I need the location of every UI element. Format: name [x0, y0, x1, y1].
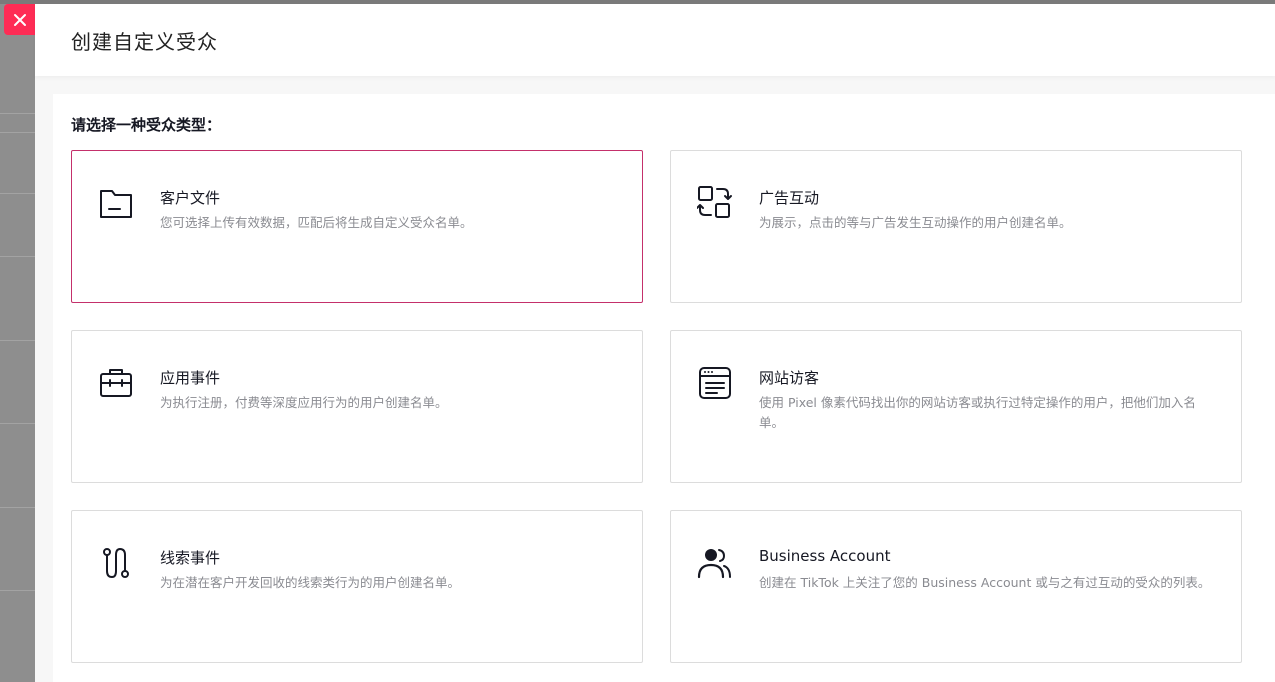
- route-icon: [103, 547, 129, 579]
- backdrop-divider: [0, 132, 35, 133]
- card-description: 使用 Pixel 像素代码找出你的网站访客或执行过特定操作的用户，把他们加入名单…: [759, 395, 1196, 430]
- card-title: 网站访客: [759, 369, 820, 387]
- audience-card-app-events[interactable]: 应用事件 为执行注册，付费等深度应用行为的用户创建名单。: [71, 330, 643, 483]
- audience-type-panel: 请选择一种受众类型： 客户文件 您可选择上传有效数据，匹配后将生成自定义受众名单…: [53, 94, 1275, 682]
- card-title: 线索事件: [160, 549, 221, 567]
- card-description: 为执行注册，付费等深度应用行为的用户创建名单。: [160, 395, 448, 410]
- backdrop-divider: [0, 256, 35, 257]
- audience-card-business-account[interactable]: Business Account 创建在 TikTok 上关注了您的 Busin…: [670, 510, 1242, 663]
- folder-icon: [100, 190, 132, 218]
- close-icon: [13, 13, 26, 26]
- card-title: Business Account: [759, 547, 891, 565]
- audience-card-customer-file[interactable]: 客户文件 您可选择上传有效数据，匹配后将生成自定义受众名单。: [71, 150, 643, 303]
- drawer-header: 创建自定义受众: [35, 4, 1275, 76]
- browser-window-icon: [699, 367, 731, 399]
- audience-card-ad-engagement[interactable]: 广告互动 为展示，点击的等与广告发生互动操作的用户创建名单。: [670, 150, 1242, 303]
- card-description: 为在潜在客户开发回收的线索类行为的用户创建名单。: [160, 575, 461, 590]
- close-button[interactable]: [4, 4, 35, 35]
- card-title: 广告互动: [759, 189, 820, 207]
- card-title: 应用事件: [160, 369, 221, 387]
- audience-type-prompt: 请选择一种受众类型：: [71, 116, 222, 134]
- create-audience-drawer: 创建自定义受众 请选择一种受众类型： 客户文件 您可选择上传有效数据，匹配后将生…: [35, 4, 1275, 682]
- card-description: 您可选择上传有效数据，匹配后将生成自定义受众名单。: [160, 215, 473, 230]
- briefcase-icon: [100, 369, 132, 397]
- users-icon: [697, 549, 731, 579]
- audience-card-lead-events[interactable]: 线索事件 为在潜在客户开发回收的线索类行为的用户创建名单。: [71, 510, 643, 663]
- backdrop-divider: [0, 113, 35, 114]
- audience-card-website-visitors[interactable]: 网站访客 使用 Pixel 像素代码找出你的网站访客或执行过特定操作的用户，把他…: [670, 330, 1242, 483]
- card-description: 创建在 TikTok 上关注了您的 Business Account 或与之有过…: [759, 575, 1211, 590]
- backdrop-divider: [0, 193, 35, 194]
- card-title: 客户文件: [160, 189, 221, 207]
- card-description: 为展示，点击的等与广告发生互动操作的用户创建名单。: [759, 215, 1072, 230]
- backdrop-divider: [0, 590, 35, 591]
- drawer-title: 创建自定义受众: [71, 30, 218, 54]
- backdrop-divider: [0, 340, 35, 341]
- backdrop-divider: [0, 423, 35, 424]
- engagement-icon: [697, 186, 732, 218]
- backdrop-divider: [0, 507, 35, 508]
